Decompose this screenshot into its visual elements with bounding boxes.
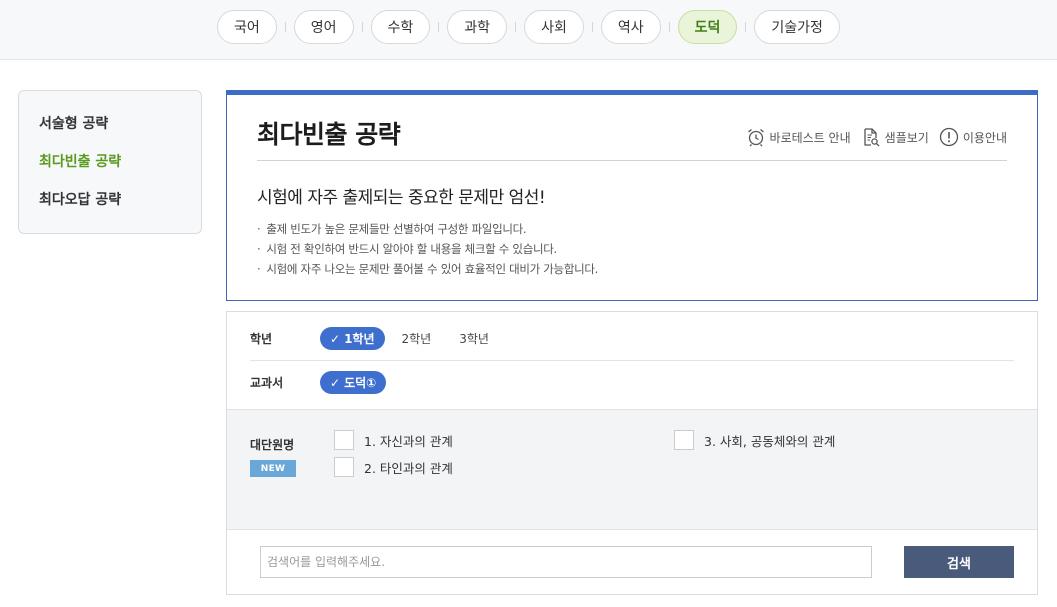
subject-tabs: 국어 영어 수학 과학 사회 역사 도덕 기술가정 <box>217 9 840 44</box>
checkbox[interactable] <box>334 457 354 477</box>
tab-separator <box>668 21 670 32</box>
unit-label-2: 2. 타인과의 관계 <box>364 460 453 476</box>
usage-guide-label: 이용안내 <box>962 130 1007 145</box>
unit-label: 대단원명 <box>250 438 295 452</box>
list-item: 시험 전 확인하여 반드시 알아야 할 내용을 체크할 수 있습니다. <box>257 239 598 259</box>
unit-select-area: 대단원명 NEW 1. 자신과의 관계 2. 타인과의 관계 3. 사회, 공동… <box>227 409 1037 530</box>
tab-science[interactable]: 과학 <box>447 9 508 44</box>
alarm-clock-icon <box>747 129 764 147</box>
tab-separator <box>745 21 747 32</box>
unit-checkbox-1[interactable]: 1. 자신과의 관계 <box>334 430 453 450</box>
betatest-guide-label: 바로테스트 안내 <box>769 130 851 145</box>
tab-separator <box>361 21 363 32</box>
info-subtitle: 시험에 자주 출제되는 중요한 문제만 엄선! <box>257 188 546 208</box>
tab-tech-home[interactable]: 기술가정 <box>754 9 840 44</box>
search-button[interactable]: 검색 <box>904 546 1014 578</box>
tab-separator <box>515 21 517 32</box>
tab-social[interactable]: 사회 <box>524 9 584 44</box>
usage-guide-link[interactable]: 이용안내 <box>939 127 1007 147</box>
unit-checkbox-3[interactable]: 3. 사회, 공동체와의 관계 <box>674 430 835 450</box>
textbook-chip-selected[interactable]: ✓ 도덕① <box>320 371 387 394</box>
tab-history[interactable]: 역사 <box>600 9 661 44</box>
subject-bar: 국어 영어 수학 과학 사회 역사 도덕 기술가정 <box>0 0 1057 60</box>
grade-option-2[interactable]: 2학년 <box>402 330 432 347</box>
tab-separator <box>284 21 286 32</box>
grade-option-3[interactable]: 3학년 <box>459 330 489 347</box>
tab-english[interactable]: 영어 <box>293 9 354 44</box>
sidebar-item-most-wrong[interactable]: 최다오답 공략 <box>39 185 201 223</box>
unit-checkbox-2[interactable]: 2. 타인과의 관계 <box>334 457 453 477</box>
search-input[interactable] <box>260 546 872 578</box>
check-icon: ✓ <box>330 375 341 390</box>
sidebar-item-essay[interactable]: 서술형 공략 <box>39 109 201 147</box>
unit-label-3: 3. 사회, 공동체와의 관계 <box>704 433 836 449</box>
textbook-row: 교과서 ✓ 도덕① <box>250 371 387 394</box>
info-links: 바로테스트 안내 샘플보기 이용안내 <box>736 127 1007 147</box>
info-panel: 최다빈출 공략 바로테스트 안내 샘플보기 이용안내 시험에 자주 출제되는 중… <box>226 90 1038 301</box>
sample-view-link[interactable]: 샘플보기 <box>861 127 929 147</box>
sidebar-item-most-frequent[interactable]: 최다빈출 공략 <box>39 147 201 185</box>
grade-label: 학년 <box>250 332 273 346</box>
new-badge: NEW <box>250 460 296 477</box>
divider <box>257 160 1007 161</box>
divider <box>250 360 1014 361</box>
tab-math[interactable]: 수학 <box>370 9 431 44</box>
grade-chip-selected[interactable]: ✓ 1학년 <box>320 327 385 350</box>
grade-row: 학년 ✓ 1학년 2학년 3학년 <box>250 327 489 350</box>
document-search-icon <box>864 128 880 147</box>
tab-separator <box>591 21 593 32</box>
list-item: 시험에 자주 나오는 문제만 풀어볼 수 있어 효율적인 대비가 가능합니다. <box>257 259 598 279</box>
sidebar: 서술형 공략 최다빈출 공략 최다오답 공략 <box>18 90 202 234</box>
info-bullet-list: 출제 빈도가 높은 문제들만 선별하여 구성한 파일입니다. 시험 전 확인하여… <box>257 219 598 279</box>
betatest-guide-link[interactable]: 바로테스트 안내 <box>746 127 851 147</box>
grade-chip-label: 1학년 <box>344 332 375 346</box>
textbook-chip-label: 도덕① <box>344 376 377 390</box>
list-item: 출제 빈도가 높은 문제들만 선별하여 구성한 파일입니다. <box>257 219 598 239</box>
checkbox[interactable] <box>674 430 694 450</box>
tab-korean[interactable]: 국어 <box>217 9 277 44</box>
unit-label-1: 1. 자신과의 관계 <box>364 433 453 449</box>
check-icon: ✓ <box>330 331 341 346</box>
tab-ethics[interactable]: 도덕 <box>677 9 738 44</box>
textbook-label: 교과서 <box>250 376 284 390</box>
checkbox[interactable] <box>334 430 354 450</box>
tab-separator <box>438 21 440 32</box>
filter-panel: 학년 ✓ 1학년 2학년 3학년 교과서 ✓ 도덕① 대단원명 NEW 1. 자… <box>226 311 1038 595</box>
exclamation-circle-icon <box>939 127 958 147</box>
sample-view-label: 샘플보기 <box>884 130 929 145</box>
page-title: 최다빈출 공략 <box>257 120 401 149</box>
